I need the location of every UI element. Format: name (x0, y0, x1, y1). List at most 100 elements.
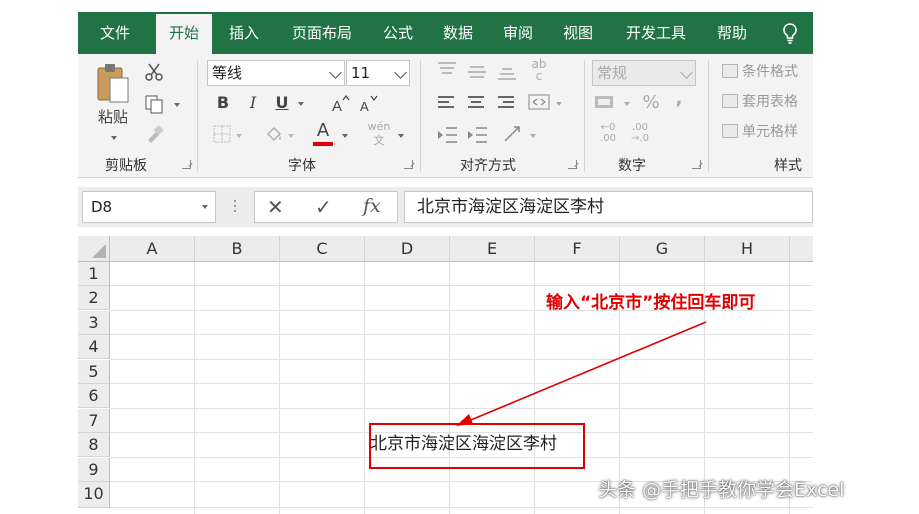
percent-button[interactable]: % (640, 92, 662, 114)
formula-input[interactable]: 北京市海淀区海淀区李村 (404, 191, 813, 223)
comma-button[interactable]: , (672, 88, 686, 110)
enter-icon[interactable]: ✓ (315, 195, 332, 219)
column-header[interactable]: F (535, 236, 620, 262)
font-color-button[interactable]: A (312, 120, 334, 142)
italic-button[interactable]: I (242, 92, 264, 114)
column-header[interactable]: A (110, 236, 195, 262)
border-dropdown-icon[interactable] (236, 134, 242, 138)
font-name-dropdown[interactable]: 等线 (207, 60, 345, 86)
tab-view[interactable]: 视图 (550, 12, 606, 54)
column-header[interactable]: C (280, 236, 365, 262)
column-header[interactable]: D (365, 236, 450, 262)
font-color-dropdown-icon[interactable] (342, 134, 348, 138)
clipboard-launcher-icon[interactable] (182, 160, 191, 169)
top-align-icon[interactable] (438, 62, 456, 76)
column-header[interactable]: H (705, 236, 790, 262)
align-center-icon[interactable] (468, 96, 486, 110)
merge-dropdown-icon[interactable] (556, 102, 562, 106)
alignment-launcher-icon[interactable] (568, 160, 577, 169)
gridline (194, 262, 195, 514)
align-right-icon[interactable] (498, 96, 516, 110)
number-launcher-icon[interactable] (692, 160, 701, 169)
tab-page-layout[interactable]: 页面布局 (278, 12, 366, 54)
gridline (449, 262, 450, 514)
increase-indent-icon[interactable] (466, 126, 488, 144)
copy-dropdown-icon[interactable] (174, 103, 180, 107)
gridline (110, 408, 813, 409)
row-header[interactable]: 7 (78, 409, 110, 433)
font-size-dropdown[interactable]: 11 (346, 60, 410, 86)
cell-styles-button[interactable]: 单元格样 (722, 122, 798, 142)
phonetic-dropdown-icon[interactable] (398, 134, 404, 138)
number-format-value: 常规 (597, 64, 628, 82)
middle-align-icon[interactable] (468, 64, 486, 78)
select-all-button[interactable] (78, 236, 110, 262)
font-launcher-icon[interactable] (404, 160, 413, 169)
column-header[interactable]: B (195, 236, 280, 262)
column-header[interactable] (790, 236, 813, 262)
row-header[interactable]: 9 (78, 458, 110, 482)
chevron-down-icon (202, 205, 208, 209)
decrease-font-icon[interactable]: A (358, 94, 378, 114)
ribbon-tab-bar: 文件 开始 插入 页面布局 公式 数据 审阅 视图 开发工具 帮助 (78, 12, 813, 54)
bottom-align-icon[interactable] (498, 66, 516, 80)
format-as-table-button[interactable]: 套用表格 (722, 92, 798, 112)
tab-developer[interactable]: 开发工具 (612, 12, 700, 54)
phonetic-button[interactable]: wén 文 (366, 120, 392, 148)
name-box[interactable]: D8 (82, 191, 216, 223)
border-icon[interactable] (212, 124, 232, 144)
cancel-icon[interactable]: ✕ (267, 195, 284, 219)
tab-data[interactable]: 数据 (430, 12, 486, 54)
increase-decimal-icon[interactable]: ←0.00 (596, 122, 620, 144)
row-header[interactable]: 5 (78, 360, 110, 384)
formula-bar-grip[interactable] (233, 197, 237, 217)
tab-formulas[interactable]: 公式 (370, 12, 426, 54)
table-format-icon (722, 94, 738, 108)
font-color-swatch (313, 142, 333, 146)
fill-color-dropdown-icon[interactable] (288, 134, 294, 138)
underline-dropdown-icon[interactable] (298, 102, 304, 106)
increase-font-icon[interactable]: A (330, 94, 350, 114)
tab-help[interactable]: 帮助 (704, 12, 760, 54)
lightbulb-icon[interactable] (778, 21, 802, 45)
conditional-formatting-button[interactable]: 条件格式 (722, 62, 798, 82)
column-header[interactable]: E (450, 236, 535, 262)
gridline (110, 359, 813, 360)
decrease-decimal-icon[interactable]: .00 →.0 (628, 122, 652, 144)
tab-review[interactable]: 审阅 (490, 12, 546, 54)
accounting-dropdown-icon[interactable] (624, 102, 630, 106)
bold-button[interactable]: B (212, 92, 234, 114)
wrap-orientation-icon[interactable] (502, 124, 524, 144)
accounting-format-icon[interactable] (594, 94, 616, 112)
row-header[interactable]: 4 (78, 335, 110, 359)
paste-dropdown-icon[interactable] (111, 136, 117, 140)
number-format-dropdown[interactable]: 常规 (592, 60, 696, 86)
paste-label[interactable]: 粘贴 (92, 106, 134, 128)
column-header[interactable]: G (620, 236, 705, 262)
cut-icon[interactable] (144, 62, 164, 82)
row-header[interactable]: 3 (78, 311, 110, 335)
gridline (110, 507, 813, 508)
format-painter-icon[interactable] (144, 124, 164, 144)
tab-file[interactable]: 文件 (78, 12, 152, 54)
underline-button[interactable]: U (271, 92, 293, 114)
wrap-dropdown-icon[interactable] (530, 134, 536, 138)
paste-icon[interactable] (94, 62, 132, 104)
merge-center-icon[interactable] (528, 92, 550, 112)
orientation-icon[interactable]: ab c (528, 58, 550, 82)
tab-home[interactable]: 开始 (156, 14, 212, 54)
insert-function-icon[interactable]: fx (363, 195, 381, 217)
tab-insert[interactable]: 插入 (216, 12, 272, 54)
row-header[interactable]: 10 (78, 482, 110, 508)
fill-color-icon[interactable] (264, 124, 284, 144)
align-left-icon[interactable] (438, 96, 456, 110)
row-header[interactable]: 8 (78, 433, 110, 457)
spreadsheet-grid[interactable]: A B C D E F G H 1 2 3 4 5 6 7 8 9 10 北京市… (78, 236, 813, 514)
row-header[interactable]: 1 (78, 262, 110, 286)
row-header[interactable]: 6 (78, 384, 110, 408)
copy-icon[interactable] (144, 94, 164, 114)
decrease-indent-icon[interactable] (436, 126, 458, 144)
row-header[interactable]: 2 (78, 286, 110, 310)
gridline (534, 262, 535, 514)
svg-text:A: A (332, 98, 342, 114)
